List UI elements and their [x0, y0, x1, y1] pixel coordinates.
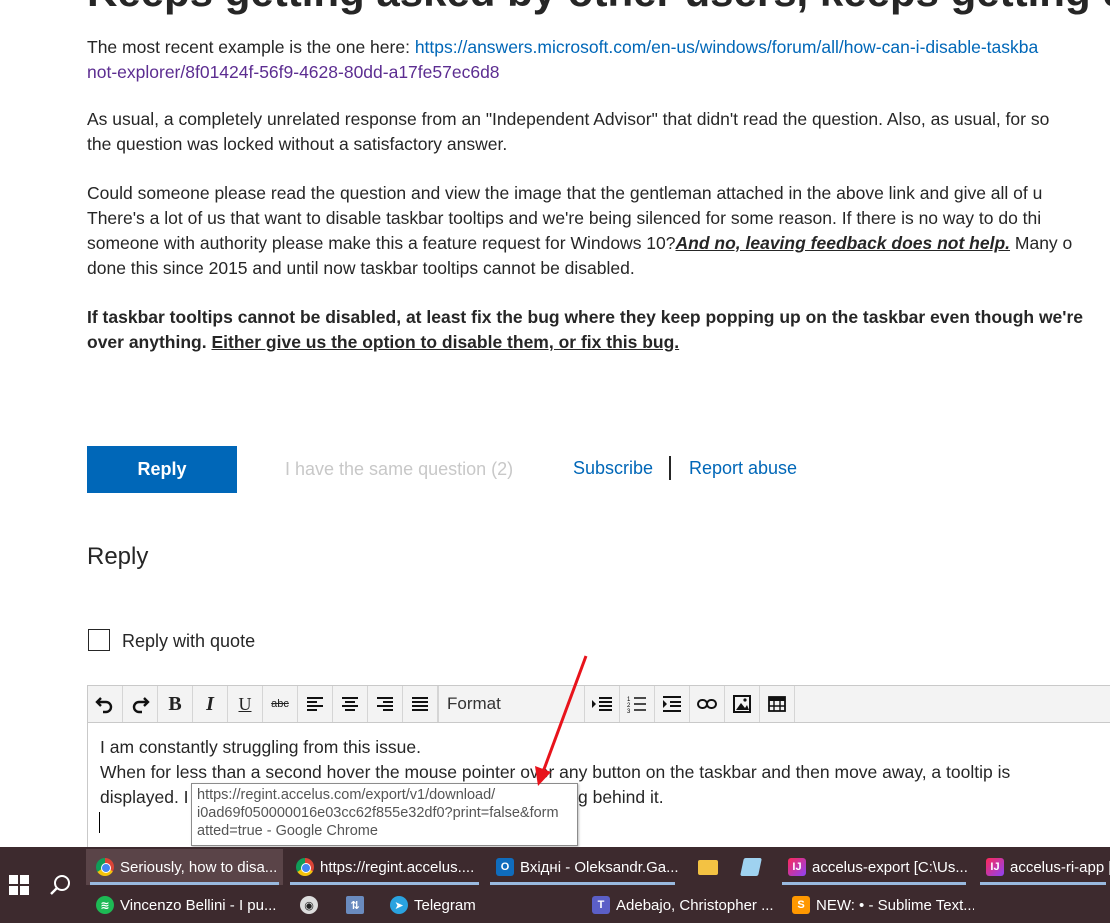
reply-heading: Reply — [87, 543, 149, 570]
taskbar-item-explorer[interactable] — [688, 849, 726, 885]
align-right-icon[interactable] — [368, 686, 403, 722]
redo-icon[interactable] — [123, 686, 158, 722]
numbered-list-icon[interactable]: 123 — [620, 686, 655, 722]
alien-icon: ◉ — [300, 896, 318, 914]
editor-toolbar: B I U abc Format 123 — [87, 685, 1110, 723]
editor-line: I am constantly struggling from this iss… — [100, 737, 421, 757]
post-paragraph-1: The most recent example is the one here:… — [87, 37, 1039, 82]
teams-icon: T — [592, 896, 610, 914]
table-icon[interactable] — [760, 686, 795, 722]
emphasis-text: And no, leaving feedback does not help. — [675, 233, 1011, 253]
same-question-button[interactable]: I have the same question (2) — [285, 459, 513, 480]
windows-start-icon[interactable] — [0, 847, 38, 923]
image-icon[interactable] — [725, 686, 760, 722]
taskbar-item-telegram[interactable]: ➤ Telegram — [380, 887, 577, 923]
windows-taskbar: Seriously, how to disa... https://regint… — [0, 847, 1110, 923]
telegram-icon: ➤ — [390, 896, 408, 914]
question-link-continued[interactable]: not-explorer/8f01424f-56f9-4628-80dd-a17… — [87, 62, 500, 82]
italic-button[interactable]: I — [193, 686, 228, 722]
taskbar-item-chrome-2[interactable]: https://regint.accelus.... — [286, 849, 483, 885]
report-abuse-link[interactable]: Report abuse — [689, 458, 797, 479]
taskbar-item-intellij-1[interactable]: IJ accelus-export [C:\Us... — [778, 849, 970, 885]
network-icon: ⇅ — [346, 896, 364, 914]
notepad-icon — [740, 858, 762, 876]
subscribe-link[interactable]: Subscribe — [573, 458, 653, 479]
taskbar-item-alien[interactable]: ◉ — [290, 887, 330, 923]
text-caret — [99, 812, 100, 833]
undo-icon[interactable] — [88, 686, 123, 722]
action-separator — [669, 456, 671, 480]
chrome-icon — [296, 858, 314, 876]
taskbar-item-outlook[interactable]: O Вхідні - Oleksandr.Ga... — [486, 849, 679, 885]
folder-icon — [698, 859, 718, 875]
reply-with-quote-label[interactable]: Reply with quote — [122, 631, 255, 652]
intellij-icon: IJ — [986, 858, 1004, 876]
svg-text:3: 3 — [627, 709, 631, 713]
taskbar-item-network[interactable]: ⇅ — [336, 887, 376, 923]
reply-with-quote-checkbox[interactable] — [88, 629, 110, 651]
sublime-icon: S — [792, 896, 810, 914]
taskbar-tooltip: https://regint.accelus.com/export/v1/dow… — [191, 783, 578, 846]
post-paragraph-2: As usual, a completely unrelated respons… — [87, 109, 1050, 154]
reply-button[interactable]: Reply — [87, 446, 237, 493]
post-paragraph-4: If taskbar tooltips cannot be disabled, … — [87, 307, 1083, 352]
post-paragraph-3: Could someone please read the question a… — [87, 183, 1073, 278]
spotify-icon: ≋ — [96, 896, 114, 914]
search-icon[interactable] — [42, 847, 80, 923]
align-center-icon[interactable] — [333, 686, 368, 722]
question-title: Keeps getting asked by other users, keep… — [87, 0, 1110, 16]
justify-icon[interactable] — [403, 686, 438, 722]
taskbar-item-chrome-1[interactable]: Seriously, how to disa... — [86, 849, 283, 885]
chrome-icon — [96, 858, 114, 876]
taskbar-item-notepad[interactable] — [732, 849, 770, 885]
bulleted-list-icon[interactable] — [585, 686, 620, 722]
taskbar-item-spotify[interactable]: ≋ Vincenzo Bellini - I pu... — [86, 887, 283, 923]
format-dropdown[interactable]: Format — [438, 686, 585, 722]
taskbar-item-teams[interactable]: T Adebajo, Christopher ... — [582, 887, 779, 923]
outlook-icon: O — [496, 858, 514, 876]
indent-icon[interactable] — [655, 686, 690, 722]
underline-button[interactable]: U — [228, 686, 263, 722]
align-left-icon[interactable] — [298, 686, 333, 722]
taskbar-item-intellij-2[interactable]: IJ accelus-ri-app [ — [976, 849, 1110, 885]
taskbar-item-sublime[interactable]: S NEW: • - Sublime Text... — [782, 887, 974, 923]
editor-line: When for less than a second hover the mo… — [100, 762, 1011, 782]
question-link[interactable]: https://answers.microsoft.com/en-us/wind… — [415, 37, 1038, 57]
bold-button[interactable]: B — [158, 686, 193, 722]
intellij-icon: IJ — [788, 858, 806, 876]
strikethrough-button[interactable]: abc — [263, 686, 298, 722]
link-icon[interactable] — [690, 686, 725, 722]
